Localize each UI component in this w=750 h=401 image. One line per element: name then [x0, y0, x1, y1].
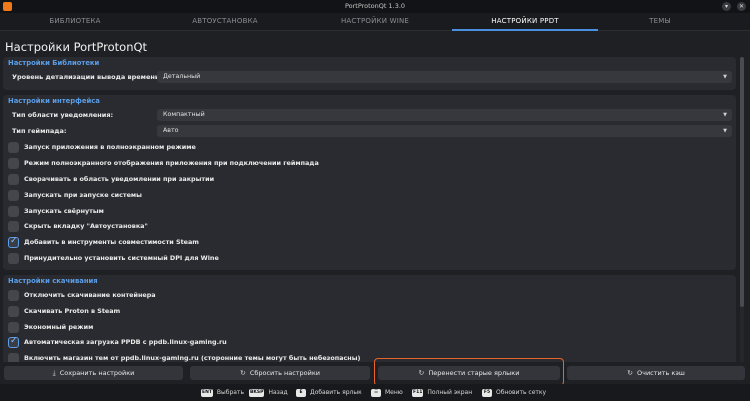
save-icon: ⤓	[52, 368, 56, 377]
tab-bar: БИБЛИОТЕКА АВТОУСТАНОВКА НАСТРОЙКИ WINE …	[0, 13, 750, 31]
library-settings-group: Настройки Библиотеки Уровень детализации…	[3, 57, 736, 90]
hint-select: ENT Выбрать	[201, 388, 244, 397]
hint-label: Добавить ярлык	[310, 389, 362, 396]
hint-label: Назад	[268, 389, 288, 396]
checkbox-box[interactable]	[8, 353, 19, 362]
f5-key-icon: F5	[482, 388, 492, 397]
tray-type-select[interactable]: Компактный ▼	[157, 109, 732, 121]
download-settings-group: Настройки скачивания Отключить скачивани…	[3, 275, 736, 362]
tab-themes[interactable]: ТЕМЫ	[600, 13, 720, 31]
checkbox-label: Сворачивать в область уведомлении при за…	[24, 175, 215, 183]
button-label: Очистить кэш	[636, 369, 685, 377]
checkbox-box[interactable]	[8, 158, 19, 169]
checkbox-label: Скачивать Proton в Steam	[24, 307, 121, 315]
checkbox-box[interactable]	[8, 253, 19, 264]
hotkey-hint-bar: ENT Выбрать BKSP Назад E Добавить ярлык …	[0, 384, 750, 401]
time-detail-label: Уровень детализации вывода времени:	[12, 73, 163, 81]
clear-cache-button[interactable]: ↻ Очистить кэш	[567, 366, 745, 380]
hint-fullscreen: F11 Полный экран	[412, 388, 472, 397]
button-label: Сбросить настройки	[249, 369, 321, 377]
backspace-key-icon: BKSP	[249, 388, 265, 397]
checkbox-label: Экономный режим	[24, 323, 94, 331]
interface-settings-title: Настройки интерфейса	[8, 97, 100, 105]
time-detail-value: Детальный	[163, 73, 201, 80]
tray-type-label: Тип области уведомления:	[12, 111, 114, 119]
page-title: Настройки PortProtonQt	[5, 40, 148, 54]
chevron-down-icon: ▼	[723, 74, 727, 80]
checkbox-box[interactable]	[8, 190, 19, 201]
checkbox-label: Запускать свёрнутым	[24, 207, 104, 215]
hint-add-shortcut: E Добавить ярлык	[296, 388, 362, 397]
reset-settings-button[interactable]: ↻ Сбросить настройки	[190, 366, 370, 380]
reset-icon: ↻	[239, 369, 246, 377]
checkbox-label: Запуск приложения в полноэкранном режиме	[24, 143, 196, 151]
hint-back: BKSP Назад	[249, 388, 288, 397]
chevron-down-icon: ▼	[723, 128, 727, 134]
button-label: Сохранить настройки	[59, 369, 135, 377]
hint-label: Выбрать	[216, 389, 244, 396]
f11-key-icon: F11	[412, 388, 424, 397]
checkbox-box[interactable]	[8, 290, 19, 301]
close-button[interactable]: ✕	[737, 2, 746, 11]
save-settings-button[interactable]: ⤓ Сохранить настройки	[4, 366, 183, 380]
minimize-button[interactable]: ▾	[722, 2, 731, 11]
scrollbar-thumb[interactable]	[740, 57, 744, 307]
hint-label: Полный экран	[427, 389, 473, 396]
hint-label: Обновить сетку	[496, 389, 547, 396]
focus-highlight	[374, 358, 564, 386]
checkbox-label: Добавить в инструменты совместимости Ste…	[24, 238, 199, 246]
check-icon: ✓	[10, 336, 18, 346]
settings-scroll-area[interactable]: Настройки Библиотеки Уровень детализации…	[3, 57, 736, 362]
tab-autoinstall[interactable]: АВТОУСТАНОВКА	[150, 13, 300, 31]
tab-ppdt-settings[interactable]: НАСТРОЙКИ PPDT	[452, 13, 598, 31]
tray-type-value: Компактный	[163, 111, 205, 118]
checkbox-box[interactable]	[8, 142, 19, 153]
time-detail-select[interactable]: Детальный ▼	[157, 71, 732, 83]
checkbox-box[interactable]	[8, 206, 19, 217]
gamepad-type-value: Авто	[163, 127, 179, 134]
gamepad-type-select[interactable]: Авто ▼	[157, 125, 732, 137]
chevron-down-icon: ▼	[723, 112, 727, 118]
e-key-icon: E	[296, 388, 306, 397]
checkbox-box[interactable]: ✓	[8, 336, 19, 348]
tab-wine-settings[interactable]: НАСТРОЙКИ WINE	[300, 13, 450, 31]
check-icon: ✓	[10, 236, 18, 246]
checkbox-label: Скрыть вкладку "Автоустановка"	[24, 222, 148, 230]
enter-key-icon: ENT	[201, 388, 213, 397]
checkbox-box[interactable]	[8, 221, 19, 232]
checkbox-box[interactable]	[8, 322, 19, 333]
tab-library[interactable]: БИБЛИОТЕКА	[0, 13, 150, 31]
library-settings-title: Настройки Библиотеки	[8, 59, 100, 67]
checkbox-label: Принудительно установить системный DPI д…	[24, 254, 219, 262]
window-title: PortProtonQt 1.3.0	[344, 2, 406, 10]
hint-refresh-grid: F5 Обновить сетку	[482, 388, 546, 397]
hint-label: Меню	[385, 389, 403, 396]
checkbox-label: Автоматическая загрузка PPDB с ppdb.linu…	[24, 338, 227, 346]
download-settings-title: Настройки скачивания	[8, 277, 98, 285]
hint-menu: ☰ Меню	[371, 388, 403, 397]
interface-settings-group: Настройки интерфейса Тип области уведомл…	[3, 95, 736, 270]
checkbox-box[interactable]	[8, 174, 19, 185]
checkbox-label: Отключить скачивание контейнера	[24, 291, 156, 299]
checkbox-box[interactable]: ✓	[8, 236, 19, 248]
checkbox-label: Запускать при запуске системы	[24, 191, 142, 199]
checkbox-label: Режим полноэкранного отображения приложе…	[24, 159, 319, 167]
menu-key-icon: ☰	[371, 388, 381, 397]
title-bar: PortProtonQt 1.3.0 ▾ ✕	[0, 0, 750, 13]
gamepad-type-label: Тип геймпада:	[12, 127, 67, 135]
clear-cache-icon: ↻	[627, 369, 633, 377]
checkbox-box[interactable]	[8, 306, 19, 317]
vertical-scrollbar[interactable]	[740, 57, 744, 362]
checkbox-label: Включить магазин тем от ppdb.linux-gamin…	[24, 354, 361, 362]
